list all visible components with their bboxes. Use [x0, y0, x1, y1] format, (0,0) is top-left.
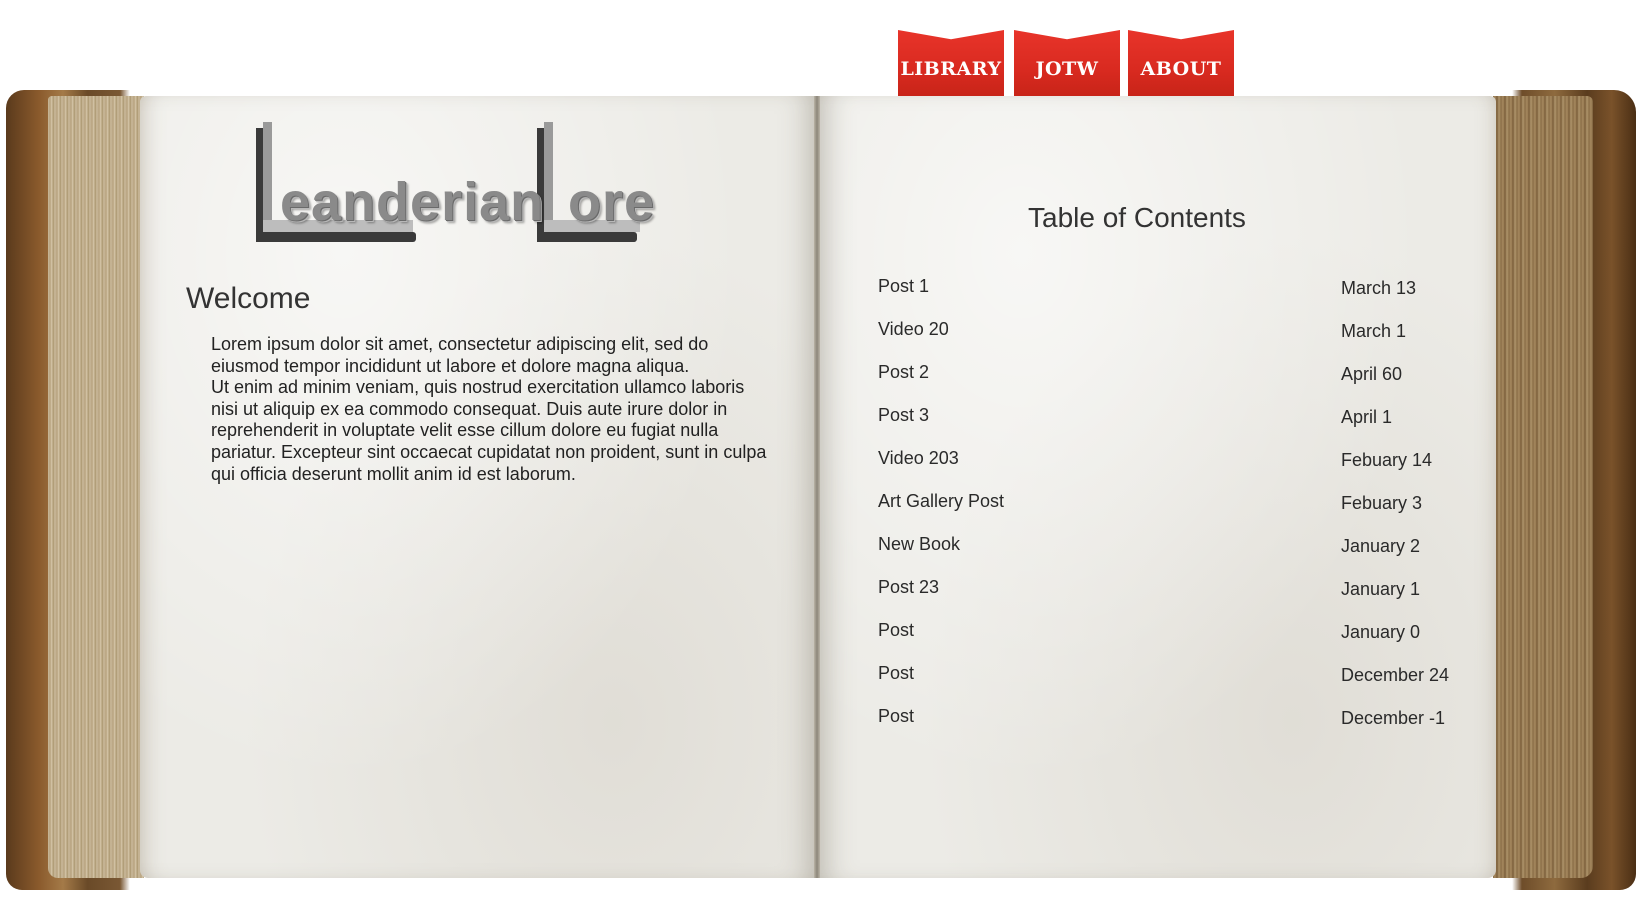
toc-item-title[interactable]: Post — [878, 663, 914, 684]
logo-l2-stem-light — [544, 122, 553, 230]
site-logo[interactable]: eanderian ore — [256, 122, 676, 252]
toc-list: Post 1 March 13 Video 20 March 1 Post 2 … — [878, 276, 1458, 749]
toc-item-date: December -1 — [1341, 708, 1446, 728]
toc-item-date: April 60 — [1341, 364, 1403, 384]
toc-item-title[interactable]: Post — [878, 706, 914, 727]
toc-item[interactable]: Post 3 April 1 — [878, 405, 1458, 448]
toc-item[interactable]: Post December -1 — [878, 706, 1458, 749]
toc-item[interactable]: Post January 0 — [878, 620, 1458, 663]
toc-item[interactable]: Video 203 Febuary 14 — [878, 448, 1458, 491]
toc-item-date: April 1 — [1341, 407, 1393, 427]
toc-item-title[interactable]: New Book — [878, 534, 960, 555]
toc-heading: Table of Contents — [1028, 202, 1246, 233]
welcome-heading: Welcome — [186, 282, 311, 315]
logo-word-eanderian: eanderian — [280, 172, 545, 232]
logo-word-ore: ore — [568, 172, 656, 232]
toc-item[interactable]: Video 20 March 1 — [878, 319, 1458, 362]
toc-item-title[interactable]: Post 1 — [878, 276, 929, 297]
toc-item-date: January 2 — [1341, 536, 1421, 556]
toc-item-title[interactable]: Video 203 — [878, 448, 959, 469]
toc-item-title[interactable]: Post 23 — [878, 577, 939, 598]
toc-item[interactable]: New Book January 2 — [878, 534, 1458, 577]
toc-item-title[interactable]: Art Gallery Post — [878, 491, 1004, 512]
page-edges-right — [1493, 96, 1593, 878]
page-edges-left — [48, 96, 144, 878]
book-spine — [814, 96, 820, 878]
toc-item[interactable]: Post December 24 — [878, 663, 1458, 706]
toc-item[interactable]: Post 23 January 1 — [878, 577, 1458, 620]
toc-item-date: March 13 — [1341, 278, 1417, 298]
toc-item-date: Febuary 14 — [1341, 450, 1433, 470]
toc-item[interactable]: Art Gallery Post Febuary 3 — [878, 491, 1458, 534]
tab-library[interactable]: LIBRARY — [898, 30, 1004, 96]
toc-item-date: January 0 — [1341, 622, 1421, 642]
toc-item-date: Febuary 3 — [1341, 493, 1423, 513]
welcome-paragraph-2: Ut enim ad minim veniam, quis nostrud ex… — [211, 377, 767, 484]
welcome-paragraph-1: Lorem ipsum dolor sit amet, consectetur … — [211, 334, 709, 376]
tab-jotw[interactable]: JOTW — [1014, 30, 1120, 96]
toc-item-title[interactable]: Post 3 — [878, 405, 929, 426]
toc-item-title[interactable]: Post — [878, 620, 914, 641]
welcome-text: Lorem ipsum dolor sit amet, consectetur … — [211, 334, 775, 485]
logo-l1-stem-light — [263, 122, 272, 230]
toc-item[interactable]: Post 2 April 60 — [878, 362, 1458, 405]
toc-item-title[interactable]: Post 2 — [878, 362, 929, 383]
toc-item-date: December 24 — [1341, 665, 1450, 685]
tab-about[interactable]: ABOUT — [1128, 30, 1234, 96]
logo-l2-base — [537, 232, 637, 242]
toc-item-date: January 1 — [1341, 579, 1421, 599]
toc-item-title[interactable]: Video 20 — [878, 319, 949, 340]
toc-item-date: March 1 — [1341, 321, 1407, 341]
logo-l1-base — [256, 232, 416, 242]
toc-item[interactable]: Post 1 March 13 — [878, 276, 1458, 319]
